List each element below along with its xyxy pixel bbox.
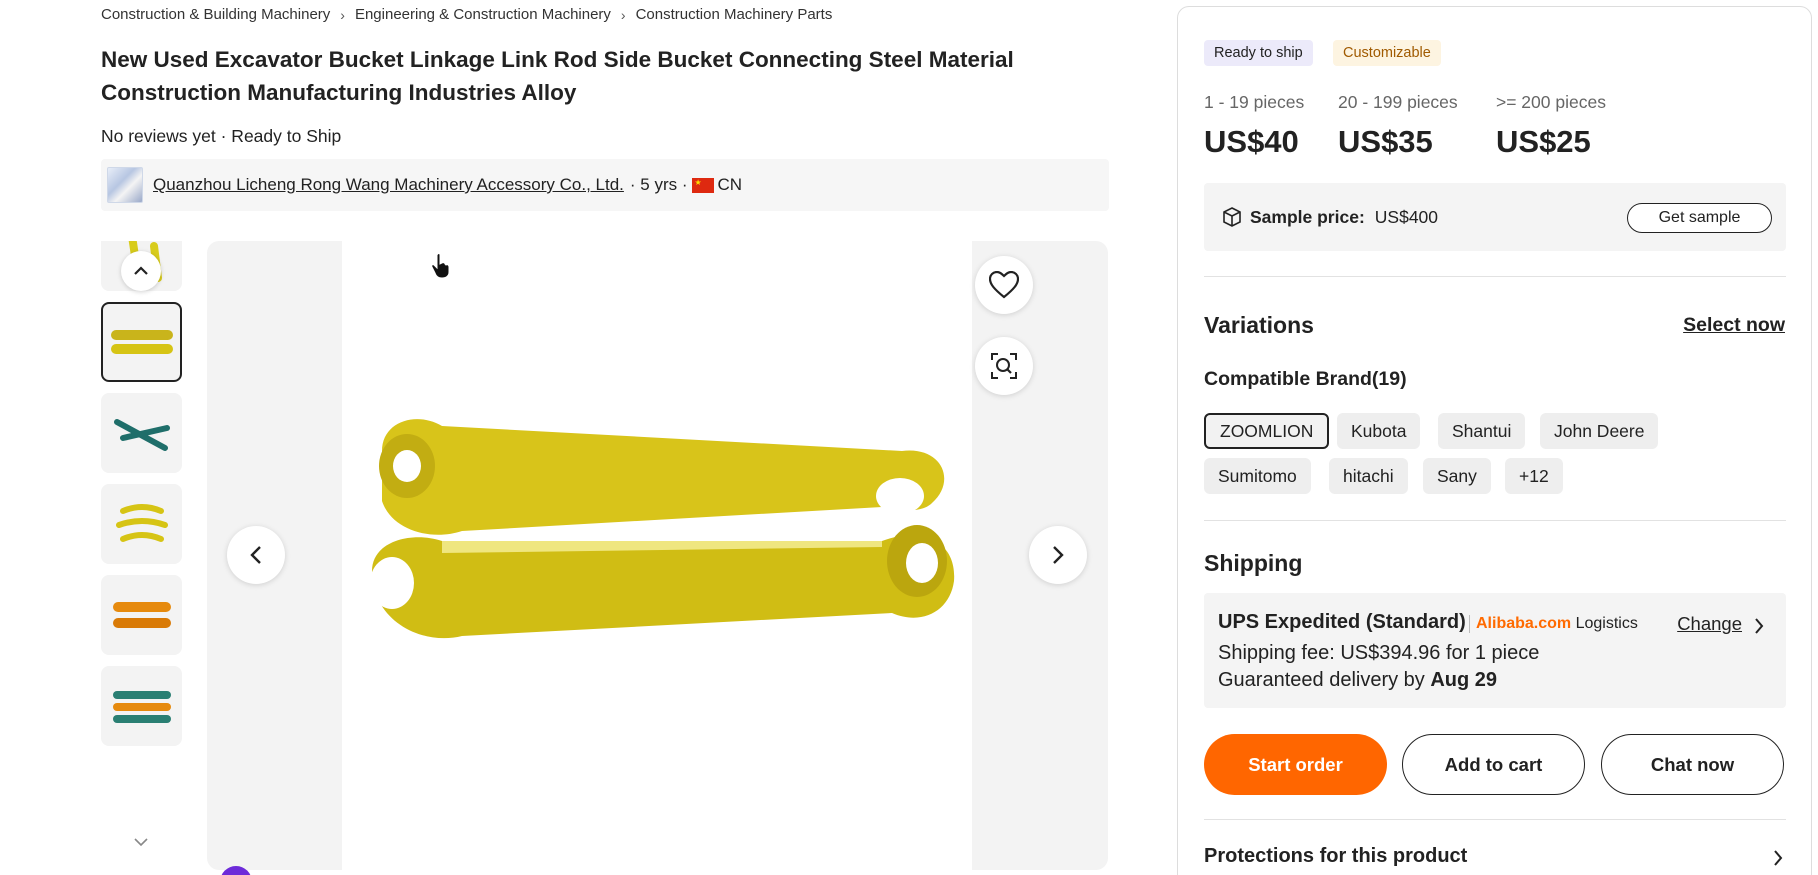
thumbnail[interactable] (101, 666, 182, 746)
image-frame (342, 241, 972, 870)
package-icon (1223, 207, 1241, 227)
thumbnail-active[interactable] (101, 302, 182, 382)
breadcrumb: Construction & Building Machinery › Engi… (101, 6, 832, 23)
sample-price-label: Sample price: (1250, 206, 1365, 227)
favorite-button[interactable] (975, 256, 1033, 314)
shipping-fee: Shipping fee: US$394.96 for 1 piece (1218, 642, 1540, 664)
brand-chip[interactable]: hitachi (1329, 458, 1408, 494)
brand-chip[interactable]: Shantui (1438, 413, 1526, 449)
thumbnail[interactable] (101, 393, 182, 473)
visual-search-button[interactable] (975, 337, 1033, 395)
reviews-line: No reviews yet · Ready to Ship (101, 126, 342, 146)
brand-chip[interactable]: Sany (1423, 458, 1491, 494)
breadcrumb-item[interactable]: Construction Machinery Parts (636, 6, 833, 23)
next-image-button[interactable] (1029, 526, 1087, 584)
supplier-years: · 5 yrs · (629, 175, 688, 194)
supplier-bar: Quanzhou Licheng Rong Wang Machinery Acc… (101, 159, 1109, 211)
delivery-guarantee: Guaranteed delivery by Aug 29 (1218, 669, 1497, 692)
logistics-suffix: Logistics (1575, 615, 1638, 632)
chevron-up-icon (134, 266, 148, 275)
select-now-link[interactable]: Select now (1683, 314, 1785, 337)
chevron-right-icon: › (620, 6, 626, 23)
thumbnail[interactable] (101, 484, 182, 564)
delivery-date: Aug 29 (1430, 669, 1498, 691)
logistics-brand: Alibaba.com (1476, 615, 1572, 632)
breadcrumb-item[interactable]: Construction & Building Machinery (101, 6, 330, 23)
chevron-down-icon (134, 838, 148, 847)
image-search-icon (991, 353, 1017, 379)
compatible-brand-label: Compatible Brand(19) (1204, 368, 1407, 390)
divider (1204, 819, 1786, 820)
china-flag-icon (691, 177, 714, 193)
divider (1204, 276, 1786, 277)
chevron-right-icon (1053, 546, 1064, 564)
ready-to-ship-badge: Ready to ship (1204, 40, 1313, 66)
price-tier-range: >= 200 pieces (1496, 92, 1606, 112)
chevron-right-icon[interactable] (1754, 617, 1764, 635)
thumbnail-down-button[interactable] (121, 822, 161, 862)
previous-image-button[interactable] (227, 526, 285, 584)
shipping-method: UPS Expedited (Standard) (1218, 611, 1466, 633)
brand-chip[interactable]: Sumitomo (1204, 458, 1311, 494)
variations-title: Variations (1204, 312, 1314, 338)
price-tier-value: US$35 (1338, 124, 1433, 159)
get-sample-button[interactable]: Get sample (1627, 203, 1772, 233)
alibaba-logistics-logo: Alibaba.com Logistics (1469, 615, 1638, 633)
supplier-country: CN (717, 175, 743, 194)
price-tier-range: 20 - 199 pieces (1338, 92, 1458, 112)
hand-cursor-icon (431, 253, 450, 279)
protections-heading[interactable]: Protections for this product (1204, 845, 1467, 868)
thumbnail-strip (101, 241, 182, 848)
brand-chip-selected[interactable]: ZOOMLION (1204, 413, 1330, 449)
start-order-button[interactable]: Start order (1204, 734, 1387, 795)
sample-price-box: Sample price: US$400 Get sample (1204, 183, 1786, 251)
sample-price-value: US$400 (1374, 206, 1439, 227)
price-tier-value: US$25 (1496, 124, 1591, 159)
product-photo (370, 419, 955, 639)
supplier-logo[interactable] (107, 167, 143, 203)
shipping-box: UPS Expedited (Standard) Alibaba.com Log… (1204, 593, 1786, 708)
add-to-cart-button[interactable]: Add to cart (1402, 734, 1585, 795)
chat-now-button[interactable]: Chat now (1601, 734, 1784, 795)
brand-chip[interactable]: John Deere (1540, 413, 1659, 449)
shipping-title: Shipping (1204, 550, 1303, 576)
main-product-image[interactable] (207, 241, 1108, 870)
supplier-name-link[interactable]: Quanzhou Licheng Rong Wang Machinery Acc… (153, 175, 624, 195)
brand-chip[interactable]: Kubota (1337, 413, 1421, 449)
breadcrumb-item[interactable]: Engineering & Construction Machinery (355, 6, 611, 23)
heart-icon (989, 271, 1019, 299)
delivery-prefix: Guaranteed delivery by (1218, 669, 1425, 691)
more-brands-chip[interactable]: +12 (1505, 458, 1563, 494)
chevron-right-icon: › (340, 6, 345, 23)
purchase-panel: Ready to ship Customizable 1 - 19 pieces… (1177, 6, 1812, 875)
chevron-left-icon (250, 546, 261, 564)
price-tier-range: 1 - 19 pieces (1204, 92, 1305, 112)
change-shipping-link[interactable]: Change (1677, 613, 1742, 635)
thumbnail[interactable] (101, 575, 182, 655)
divider (1204, 520, 1786, 521)
customizable-badge: Customizable (1333, 40, 1441, 66)
price-tier-value: US$40 (1204, 124, 1299, 159)
thumbnail-up-button[interactable] (121, 251, 161, 291)
product-title: New Used Excavator Bucket Linkage Link R… (101, 47, 1014, 105)
chevron-right-icon[interactable] (1773, 849, 1783, 867)
